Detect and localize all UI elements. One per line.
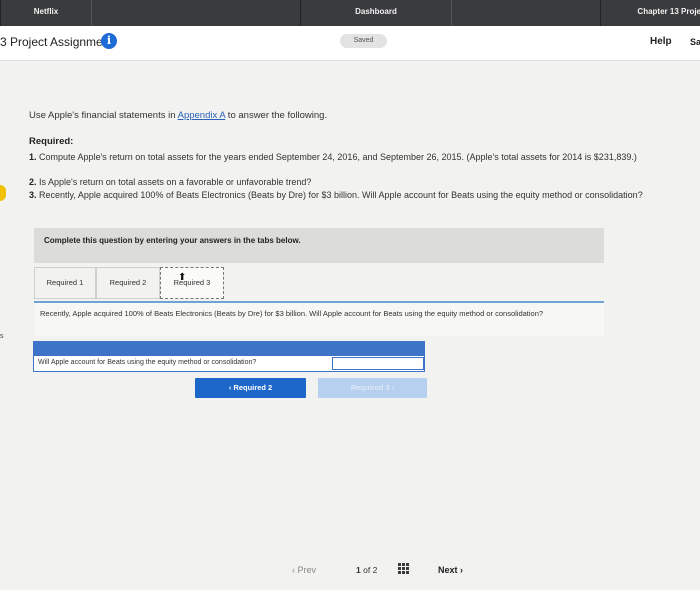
requirement-2-number: 2. <box>29 177 37 187</box>
requirement-2: 2. Is Apple's return on total assets on … <box>29 176 669 188</box>
previous-required-button[interactable]: ‹ Required 2 <box>195 378 306 398</box>
save-button[interactable]: Sa <box>690 37 700 47</box>
next-required-button[interactable]: Required 3 › <box>318 378 427 398</box>
prev-page-button[interactable]: ‹ Prev <box>292 565 316 575</box>
requirement-3: 3. Recently, Apple acquired 100% of Beat… <box>29 189 669 201</box>
appendix-link[interactable]: Appendix A <box>178 110 226 121</box>
info-icon[interactable]: i <box>101 33 117 49</box>
question-panel: Recently, Apple acquired 100% of Beats E… <box>34 301 604 336</box>
requirement-3-text: Recently, Apple acquired 100% of Beats E… <box>39 190 643 200</box>
tab-required-1[interactable]: Required 1 <box>34 267 96 299</box>
saved-status-badge: Saved <box>340 34 387 48</box>
current-page: 1 <box>356 565 361 575</box>
help-button[interactable]: Help <box>650 36 672 47</box>
assignment-header: 3 Project Assignment i Saved Help Sa <box>0 26 700 61</box>
tab-required-2[interactable]: Required 2 <box>96 267 160 299</box>
requirement-1-text: Compute Apple's return on total assets f… <box>39 152 637 162</box>
requirement-3-number: 3. <box>29 190 37 200</box>
required-tabs: Required 1 Required 2 Required 3 <box>34 265 604 301</box>
answer-label: Will Apple account for Beats using the e… <box>38 359 257 366</box>
page-indicator: 1 of 2 <box>356 565 377 575</box>
page-of: of <box>363 565 371 575</box>
requirement-2-text: Is Apple's return on total assets on a f… <box>39 177 312 187</box>
answer-table-header <box>33 341 425 355</box>
tab-netflix[interactable]: Netflix <box>0 0 92 26</box>
tab-dashboard[interactable]: Dashboard <box>300 0 452 26</box>
grid-icon[interactable] <box>398 563 410 575</box>
required-heading: Required: <box>29 136 74 147</box>
pagination-footer: ‹ Prev 1 of 2 Next › <box>0 555 700 590</box>
instruction-text: Complete this question by entering your … <box>44 236 301 245</box>
total-pages: 2 <box>372 565 378 575</box>
requirement-1: 1. Compute Apple's return on total asset… <box>29 151 669 163</box>
cursor-icon: ⬆ <box>178 272 187 283</box>
intro-suffix: to answer the following. <box>225 110 328 121</box>
side-fragment-label: s <box>0 333 4 340</box>
instruction-banner: Complete this question by entering your … <box>34 228 604 263</box>
question-marker <box>0 185 6 201</box>
question-text: Recently, Apple acquired 100% of Beats E… <box>40 309 544 318</box>
tab-required-3[interactable]: Required 3 <box>160 267 224 299</box>
requirement-1-number: 1. <box>29 152 37 162</box>
top-navigation-bar: Netflix Dashboard Chapter 13 Proje <box>0 0 700 26</box>
answer-input[interactable] <box>332 357 424 370</box>
answer-table: Will Apple account for Beats using the e… <box>33 341 425 373</box>
intro-text: Use Apple's financial statements in Appe… <box>29 110 327 121</box>
next-page-button[interactable]: Next › <box>438 565 463 575</box>
tab-chapter-project[interactable]: Chapter 13 Proje <box>600 0 700 26</box>
assignment-title: 3 Project Assignment <box>0 35 113 49</box>
answer-row: Will Apple account for Beats using the e… <box>33 355 425 372</box>
intro-prefix: Use Apple's financial statements in <box>29 110 178 121</box>
